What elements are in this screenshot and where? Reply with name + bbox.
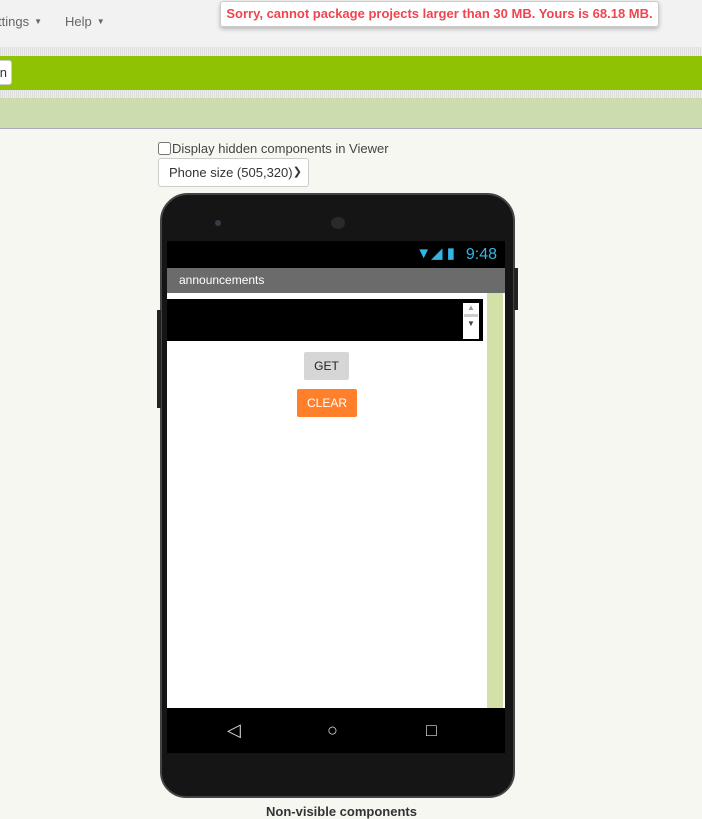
clear-button[interactable]: CLEAR bbox=[297, 389, 357, 417]
announcements-textbox[interactable]: ▲ ▼ bbox=[167, 299, 483, 341]
display-hidden-label: Display hidden components in Viewer bbox=[172, 141, 389, 156]
toolbar bbox=[0, 56, 702, 90]
scroll-strip bbox=[487, 293, 503, 708]
menu-settings[interactable]: ttings ▼ bbox=[0, 14, 42, 29]
phone-size-select[interactable]: Phone size (505,320) ❯ bbox=[158, 158, 309, 187]
nav-bar: ◁ ○ □ bbox=[167, 708, 505, 753]
home-icon[interactable]: ○ bbox=[327, 720, 338, 741]
clock: 9:48 bbox=[465, 246, 497, 263]
menu-settings-label: ttings bbox=[0, 14, 30, 29]
back-icon[interactable]: ◁ bbox=[227, 720, 241, 741]
phone-size-value: Phone size (505,320) bbox=[169, 165, 293, 180]
textbox-scrollbar[interactable]: ▲ ▼ bbox=[463, 303, 479, 339]
non-visible-components-label: Non-visible components bbox=[266, 804, 417, 819]
recents-icon[interactable]: □ bbox=[426, 720, 437, 741]
display-hidden-checkbox-row[interactable]: Display hidden components in Viewer bbox=[158, 141, 389, 156]
scroll-down-icon[interactable]: ▼ bbox=[463, 319, 479, 328]
chevron-down-icon: ❯ bbox=[292, 166, 302, 178]
scroll-up-icon[interactable]: ▲ bbox=[463, 303, 479, 312]
camera-icon bbox=[215, 220, 221, 226]
speaker-icon bbox=[331, 217, 345, 229]
side-button bbox=[514, 268, 518, 310]
menu-help[interactable]: Help ▼ bbox=[65, 14, 105, 29]
status-bar: ▼◢ ▮ 9:48 bbox=[167, 241, 505, 268]
side-button bbox=[157, 310, 161, 408]
menu-help-label: Help bbox=[65, 14, 92, 29]
toolbar-button[interactable]: n bbox=[0, 60, 12, 85]
phone-screen: ▼◢ ▮ 9:48 announcements ▲ ▼ GET CLEAR ◁ ○… bbox=[167, 241, 505, 753]
caret-down-icon: ▼ bbox=[96, 17, 105, 26]
display-hidden-checkbox[interactable] bbox=[158, 142, 171, 155]
viewer-header bbox=[0, 98, 702, 129]
scroll-thumb bbox=[464, 314, 478, 317]
divider bbox=[0, 90, 702, 98]
screen-content: ▲ ▼ GET CLEAR bbox=[167, 293, 505, 708]
error-toast: Sorry, cannot package projects larger th… bbox=[220, 1, 659, 27]
screen-title: announcements bbox=[167, 268, 505, 293]
get-button[interactable]: GET bbox=[304, 352, 349, 380]
divider bbox=[0, 47, 702, 56]
wifi-signal-battery-icons: ▼◢ ▮ bbox=[416, 245, 455, 262]
caret-down-icon: ▼ bbox=[34, 17, 42, 26]
